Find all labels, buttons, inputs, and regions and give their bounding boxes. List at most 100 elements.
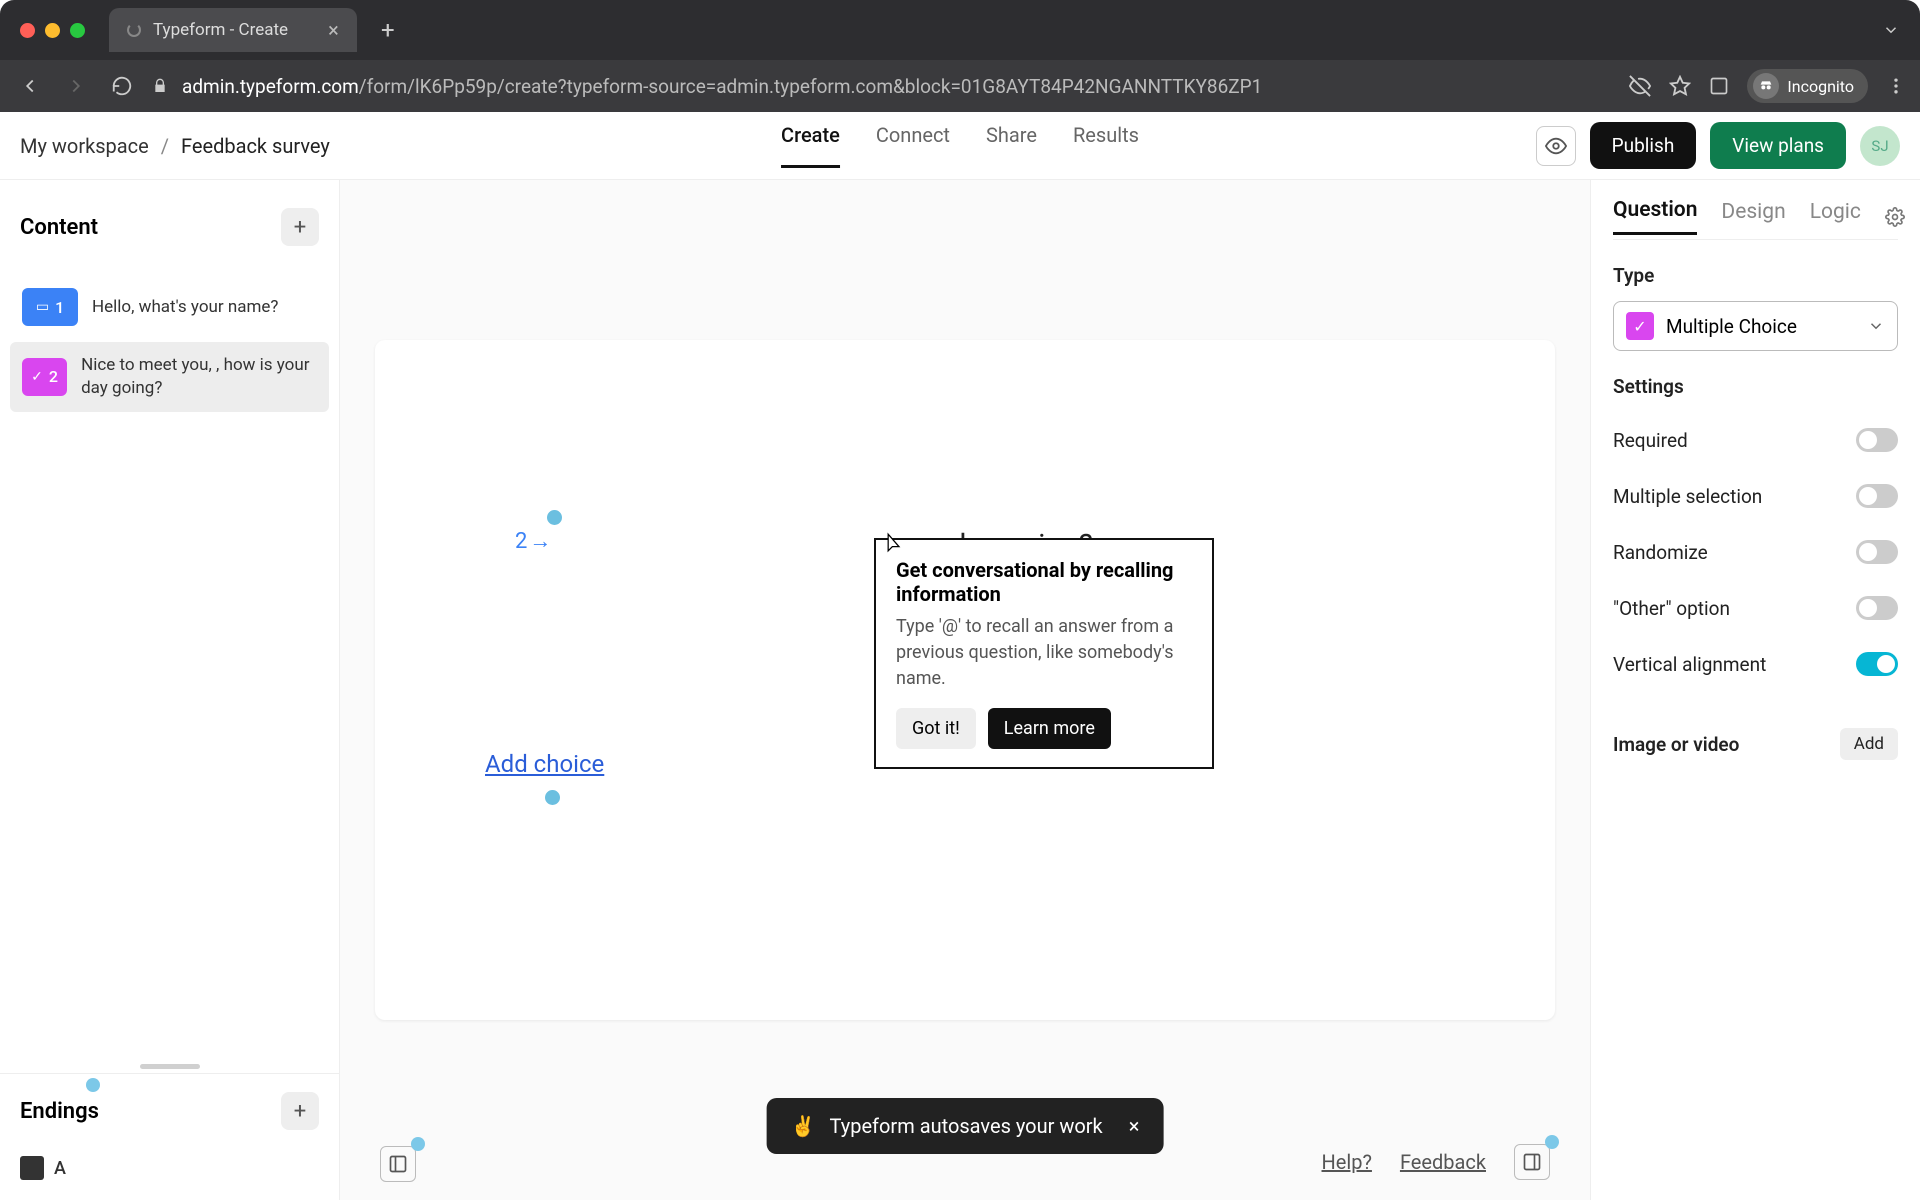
footer-links: Help? Feedback: [1322, 1144, 1550, 1180]
panel-tab-question[interactable]: Question: [1613, 198, 1697, 235]
breadcrumb-separator: /: [161, 134, 169, 158]
setting-other-option-label: "Other" option: [1613, 597, 1730, 620]
preview-button[interactable]: [1536, 126, 1576, 166]
ending-item[interactable]: A: [0, 1148, 339, 1200]
ending-icon: [20, 1156, 44, 1180]
question-number: 1: [55, 298, 64, 317]
user-avatar[interactable]: SJ: [1860, 126, 1900, 166]
toggle-multiple-selection[interactable]: [1856, 484, 1898, 508]
type-value: Multiple Choice: [1666, 315, 1855, 338]
type-heading: Type: [1613, 264, 1898, 287]
tabs-dropdown-icon[interactable]: [1882, 21, 1900, 39]
question-type-icon: ▭ 1: [22, 288, 78, 326]
tab-title: Typeform - Create: [153, 20, 288, 40]
setting-required-label: Required: [1613, 429, 1688, 452]
incognito-chip[interactable]: Incognito: [1747, 69, 1868, 103]
setting-vertical-alignment-label: Vertical alignment: [1613, 653, 1766, 676]
hint-dot-icon: [86, 1078, 100, 1092]
toggle-randomize[interactable]: [1856, 540, 1898, 564]
setting-multiple-selection-label: Multiple selection: [1613, 485, 1762, 508]
check-icon: ✓: [31, 369, 43, 385]
tooltip-title: Get conversational by recalling informat…: [896, 558, 1192, 606]
close-toast-button[interactable]: ×: [1129, 1114, 1140, 1138]
url-path: /form/lK6Pp59p/create?typeform-source=ad…: [359, 75, 1263, 98]
short-text-icon: ▭: [36, 299, 49, 315]
setting-randomize-label: Randomize: [1613, 541, 1708, 564]
toggle-required[interactable]: [1856, 428, 1898, 452]
toast-text: Typeform autosaves your work: [830, 1114, 1103, 1138]
collapse-right-panel-button[interactable]: [1514, 1144, 1550, 1180]
new-tab-button[interactable]: +: [371, 13, 405, 47]
hint-dot-icon: [545, 790, 560, 805]
settings-heading: Settings: [1613, 375, 1898, 398]
tooltip-body: Type '@' to recall an answer from a prev…: [896, 614, 1192, 692]
question-number-display: 2 →: [515, 528, 551, 554]
toast-emoji-icon: ✌️: [791, 1114, 816, 1138]
toggle-vertical-alignment[interactable]: [1856, 652, 1898, 676]
add-ending-button[interactable]: +: [281, 1092, 319, 1130]
maximize-window[interactable]: [70, 23, 85, 38]
forward-button[interactable]: [60, 75, 92, 97]
address-bar[interactable]: admin.typeform.com/form/lK6Pp59p/create?…: [182, 75, 1615, 98]
got-it-button[interactable]: Got it!: [896, 708, 976, 749]
question-type-icon: ✓ 2: [22, 358, 67, 396]
question-item-2[interactable]: ✓ 2 Nice to meet you, , how is your day …: [10, 342, 329, 412]
endings-heading: Endings: [20, 1099, 99, 1124]
reload-button[interactable]: [106, 75, 138, 97]
recall-info-tooltip: Get conversational by recalling informat…: [874, 538, 1214, 769]
nav-tab-share[interactable]: Share: [986, 123, 1037, 168]
multiple-choice-icon: ✓: [1626, 312, 1654, 340]
panel-tab-design[interactable]: Design: [1721, 200, 1785, 234]
publish-button[interactable]: Publish: [1590, 122, 1697, 169]
nav-tab-create[interactable]: Create: [781, 123, 840, 168]
close-window[interactable]: [20, 23, 35, 38]
bookmark-star-icon[interactable]: [1669, 75, 1691, 97]
hint-dot-icon: [411, 1137, 425, 1151]
right-panel: Question Design Logic Type ✓ Multiple Ch…: [1590, 180, 1920, 1200]
hint-dot-icon: [1545, 1135, 1559, 1149]
add-content-button[interactable]: +: [281, 208, 319, 246]
learn-more-button[interactable]: Learn more: [988, 708, 1111, 749]
url-host: admin.typeform.com: [182, 75, 359, 98]
back-button[interactable]: [14, 75, 46, 97]
nav-tab-connect[interactable]: Connect: [876, 123, 950, 168]
breadcrumb-form-name[interactable]: Feedback survey: [181, 134, 330, 158]
content-heading: Content: [20, 215, 98, 240]
question-label: Hello, what's your name?: [92, 296, 278, 319]
nav-tab-results[interactable]: Results: [1073, 123, 1139, 168]
browser-menu-icon[interactable]: [1886, 76, 1906, 96]
main-nav: Create Connect Share Results: [781, 123, 1139, 168]
app-header: My workspace / Feedback survey Create Co…: [0, 112, 1920, 180]
breadcrumb: My workspace / Feedback survey: [20, 134, 330, 158]
breadcrumb-workspace[interactable]: My workspace: [20, 134, 149, 158]
cursor-icon: [884, 532, 904, 558]
toggle-other-option[interactable]: [1856, 596, 1898, 620]
close-tab-icon[interactable]: ×: [328, 18, 339, 42]
hide-extension-icon[interactable]: [1629, 75, 1651, 97]
question-label: Nice to meet you, , how is your day goin…: [81, 354, 317, 400]
browser-tab-bar: Typeform - Create × +: [0, 0, 1920, 60]
canvas: 2 → ur day going? Add choice Get convers…: [340, 180, 1590, 1200]
incognito-icon: [1753, 73, 1779, 99]
panel-resize-handle[interactable]: [140, 1064, 200, 1069]
feedback-link[interactable]: Feedback: [1400, 1150, 1486, 1174]
help-link[interactable]: Help?: [1322, 1150, 1372, 1174]
loading-spinner-icon: [127, 23, 141, 37]
browser-tab[interactable]: Typeform - Create ×: [109, 8, 357, 52]
minimize-window[interactable]: [45, 23, 60, 38]
panel-settings-icon[interactable]: [1885, 207, 1905, 227]
lock-icon: [152, 78, 168, 94]
ending-label: A: [54, 1158, 66, 1179]
autosave-toast: ✌️ Typeform autosaves your work ×: [767, 1098, 1164, 1154]
panel-tab-logic[interactable]: Logic: [1810, 200, 1861, 234]
browser-toolbar: admin.typeform.com/form/lK6Pp59p/create?…: [0, 60, 1920, 112]
view-plans-button[interactable]: View plans: [1710, 122, 1846, 169]
left-sidebar: Content + ▭ 1 Hello, what's your name? ✓…: [0, 180, 340, 1200]
image-or-video-heading: Image or video: [1613, 733, 1739, 756]
collapse-left-panel-button[interactable]: [380, 1146, 416, 1182]
extensions-icon[interactable]: [1709, 76, 1729, 96]
question-item-1[interactable]: ▭ 1 Hello, what's your name?: [10, 276, 329, 338]
question-type-select[interactable]: ✓ Multiple Choice: [1613, 301, 1898, 351]
add-media-button[interactable]: Add: [1840, 728, 1898, 760]
incognito-label: Incognito: [1787, 77, 1854, 96]
